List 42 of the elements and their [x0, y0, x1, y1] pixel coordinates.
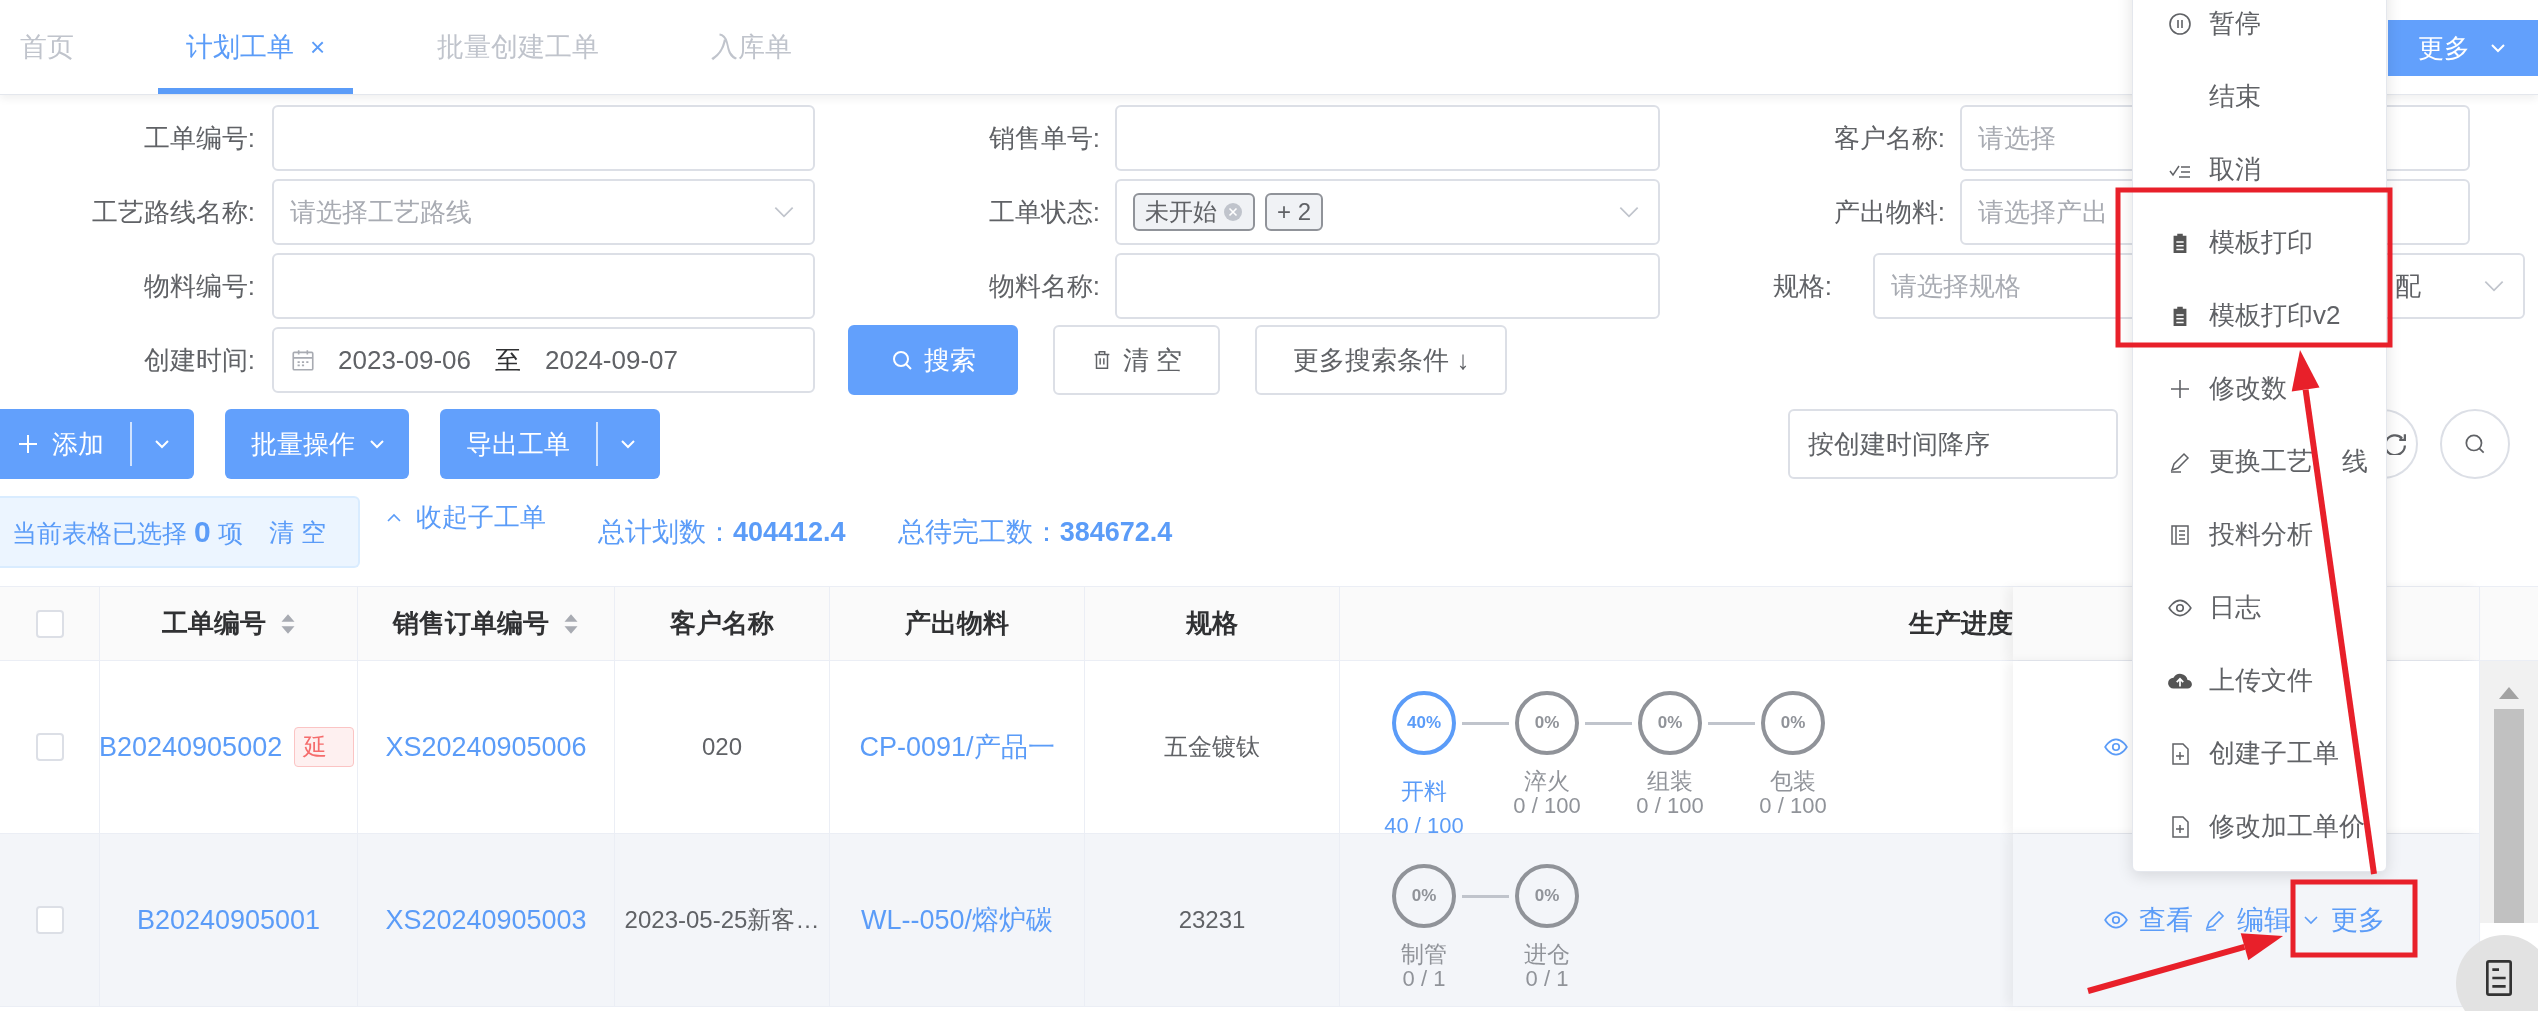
field-label: 工单状态: [987, 195, 1100, 229]
column-header: 产出物料 [830, 587, 1085, 660]
field-label: 规格: [1771, 269, 1832, 303]
field-label: 销售单号: [987, 121, 1100, 155]
step-count: 0 / 100 [1759, 794, 1827, 819]
stat-text: 总计划数：404412.4 [598, 516, 846, 549]
step-name: 进仓 [1524, 942, 1570, 968]
field-label: 物料编号: [142, 269, 255, 303]
field-label: 创建时间: [142, 343, 255, 377]
progress-step-circle: 0% [1392, 864, 1456, 928]
field-label: 工单编号: [142, 121, 255, 155]
table-cell: 2023-05-25新客… [615, 834, 830, 1006]
table-cell: 020 [615, 661, 830, 833]
step-count: 0 / 100 [1513, 794, 1581, 819]
step-name: 制管 [1401, 942, 1447, 968]
step-count: 0 / 1 [1525, 967, 1569, 992]
column-header: 销售订单编号 [358, 587, 615, 660]
column-header: 工单编号 [100, 587, 358, 660]
column-header: 规格 [1085, 587, 1340, 660]
progress-step-circle: 40% [1392, 691, 1456, 755]
selection-count-text: 当前表格已选择 0 项 [12, 514, 243, 550]
step-count: 0 / 100 [1636, 794, 1704, 819]
step-count: 0 / 1 [1402, 967, 1446, 992]
status-tag: 延 [294, 727, 355, 767]
table-cell: 五金镀钛 [1085, 661, 1340, 833]
progress-step-circle: 0% [1761, 691, 1825, 755]
field-label: 物料名称: [987, 269, 1100, 303]
column-header: 生产进度 [1907, 607, 2013, 640]
progress-step-circle: 0% [1515, 691, 1579, 755]
step-count: 40 / 100 [1384, 814, 1464, 839]
progress-step-circle: 0% [1638, 691, 1702, 755]
progress-step-circle: 0% [1515, 864, 1579, 928]
field-label: 客户名称: [1832, 121, 1945, 155]
table-cell: 23231 [1085, 834, 1340, 1006]
step-name: 淬火 [1524, 769, 1570, 795]
column-header: 客户名称 [615, 587, 830, 660]
stat-text: 总待完工数：384672.4 [897, 516, 1173, 549]
field-label: 产出物料: [1832, 195, 1945, 229]
step-name: 包装 [1770, 769, 1816, 795]
step-name: 组装 [1647, 769, 1693, 795]
field-label: 工艺路线名称: [90, 195, 255, 229]
step-name: 开料 [1401, 779, 1447, 805]
